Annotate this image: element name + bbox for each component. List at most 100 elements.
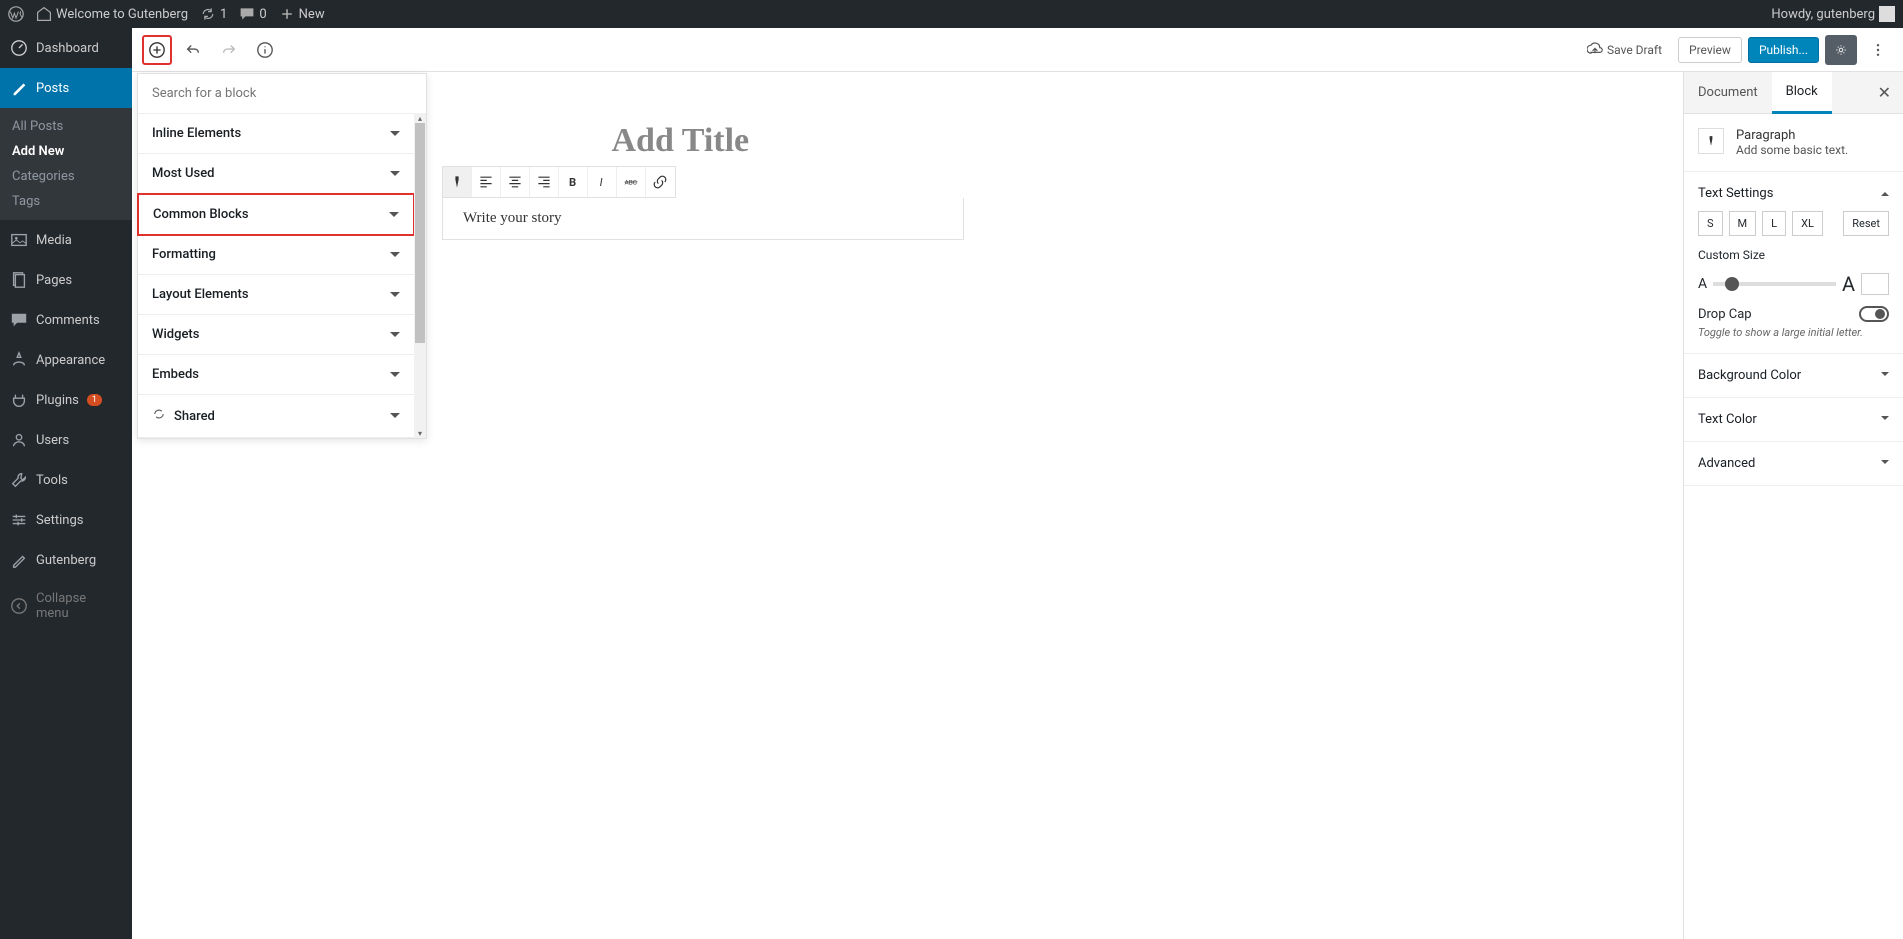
category-widgets[interactable]: Widgets bbox=[138, 315, 414, 355]
size-s-button[interactable]: S bbox=[1698, 211, 1723, 236]
slider-thumb[interactable] bbox=[1725, 277, 1739, 291]
sidebar-item-appearance[interactable]: Appearance bbox=[0, 340, 132, 380]
size-m-button[interactable]: M bbox=[1729, 211, 1757, 236]
cat-label: Inline Elements bbox=[152, 126, 241, 141]
paragraph-block[interactable]: Write your story bbox=[442, 198, 964, 240]
search-input[interactable] bbox=[138, 74, 426, 113]
save-draft-label: Save Draft bbox=[1607, 43, 1662, 57]
updates-link[interactable]: 1 bbox=[200, 6, 227, 22]
sidebar-item-posts[interactable]: Posts bbox=[0, 68, 132, 108]
font-size-input[interactable] bbox=[1861, 273, 1889, 295]
cat-label: Embeds bbox=[152, 367, 199, 382]
strikethrough-button[interactable]: ABC bbox=[617, 167, 646, 197]
italic-button[interactable]: I bbox=[588, 167, 617, 197]
chevron-down-icon bbox=[390, 252, 400, 262]
category-common-blocks[interactable]: Common Blocks bbox=[137, 193, 415, 236]
bg-label: Background Color bbox=[1698, 368, 1801, 383]
sidebar-item-settings[interactable]: Settings bbox=[0, 500, 132, 540]
chevron-down-icon bbox=[390, 292, 400, 302]
new-link[interactable]: New bbox=[279, 6, 325, 22]
category-embeds[interactable]: Embeds bbox=[138, 355, 414, 395]
sidebar-item-pages[interactable]: Pages bbox=[0, 260, 132, 300]
dropcap-help: Toggle to show a large initial letter. bbox=[1698, 326, 1889, 339]
editor-main: Save Draft Preview Publish... Inline Ele… bbox=[132, 28, 1903, 939]
sidebar-item-plugins[interactable]: Plugins1 bbox=[0, 380, 132, 420]
undo-button[interactable] bbox=[178, 35, 208, 65]
link-button[interactable] bbox=[646, 167, 675, 197]
bg-color-panel[interactable]: Background Color bbox=[1684, 354, 1903, 398]
sidebar-item-dashboard[interactable]: Dashboard bbox=[0, 28, 132, 68]
add-block-button[interactable] bbox=[142, 35, 172, 65]
block-desc: Add some basic text. bbox=[1736, 143, 1848, 157]
plugins-badge: 1 bbox=[87, 394, 102, 406]
dropcap-toggle[interactable] bbox=[1859, 306, 1889, 322]
advanced-panel[interactable]: Advanced bbox=[1684, 442, 1903, 486]
align-right-button[interactable] bbox=[530, 167, 559, 197]
collapse-menu[interactable]: Collapse menu bbox=[0, 580, 132, 632]
bold-button[interactable]: B bbox=[559, 167, 588, 197]
sub-add-new[interactable]: Add New bbox=[0, 139, 132, 164]
sidebar-item-comments[interactable]: Comments bbox=[0, 300, 132, 340]
avatar-icon bbox=[1879, 6, 1895, 22]
category-most-used[interactable]: Most Used bbox=[138, 154, 414, 194]
scroll-thumb[interactable] bbox=[415, 123, 425, 343]
admin-bar: Welcome to Gutenberg 1 0 New Howdy, gute… bbox=[0, 0, 1903, 28]
preview-button[interactable]: Preview bbox=[1678, 37, 1742, 63]
sidebar-item-tools[interactable]: Tools bbox=[0, 460, 132, 500]
dashboard-label: Dashboard bbox=[36, 41, 99, 56]
sub-all-posts[interactable]: All Posts bbox=[0, 114, 132, 139]
transform-button[interactable] bbox=[443, 167, 472, 197]
site-name: Welcome to Gutenberg bbox=[56, 7, 188, 22]
size-xl-button[interactable]: XL bbox=[1792, 211, 1823, 236]
category-formatting[interactable]: Formatting bbox=[138, 235, 414, 275]
custom-size-label: Custom Size bbox=[1698, 248, 1889, 262]
reset-size-button[interactable]: Reset bbox=[1843, 211, 1889, 236]
tc-label: Text Color bbox=[1698, 412, 1757, 427]
text-settings-toggle[interactable]: Text Settings bbox=[1698, 186, 1889, 201]
cat-label: Widgets bbox=[152, 327, 199, 342]
howdy-link[interactable]: Howdy, gutenberg bbox=[1771, 6, 1895, 22]
category-layout-elements[interactable]: Layout Elements bbox=[138, 275, 414, 315]
scroll-up-icon: ▴ bbox=[414, 113, 426, 123]
block-toolbar: B I ABC bbox=[442, 166, 676, 198]
comments-count: 0 bbox=[259, 7, 266, 22]
chevron-down-icon bbox=[390, 131, 400, 141]
scroll-down-icon: ▾ bbox=[414, 428, 426, 438]
sidebar-item-media[interactable]: Media bbox=[0, 220, 132, 260]
chevron-up-icon bbox=[1881, 188, 1889, 196]
close-sidebar-button[interactable]: ✕ bbox=[1866, 83, 1903, 102]
media-label: Media bbox=[36, 233, 72, 248]
save-draft-button[interactable]: Save Draft bbox=[1577, 37, 1672, 63]
align-left-button[interactable] bbox=[472, 167, 501, 197]
sidebar-item-gutenberg[interactable]: Gutenberg bbox=[0, 540, 132, 580]
block-info: Paragraph Add some basic text. bbox=[1684, 114, 1903, 172]
tools-label: Tools bbox=[36, 473, 68, 488]
font-size-slider[interactable] bbox=[1713, 282, 1836, 286]
sub-tags[interactable]: Tags bbox=[0, 189, 132, 214]
align-center-button[interactable] bbox=[501, 167, 530, 197]
info-button[interactable] bbox=[250, 35, 280, 65]
updates-count: 1 bbox=[220, 7, 227, 22]
sidebar-toggle-button[interactable] bbox=[1825, 35, 1857, 65]
publish-button[interactable]: Publish... bbox=[1748, 37, 1819, 63]
chevron-down-icon bbox=[390, 171, 400, 181]
size-l-button[interactable]: L bbox=[1762, 211, 1786, 236]
site-link[interactable]: Welcome to Gutenberg bbox=[36, 6, 188, 22]
scrollbar[interactable]: ▴ ▾ bbox=[414, 113, 426, 438]
admin-sidebar: Dashboard Posts All Posts Add New Catego… bbox=[0, 28, 132, 939]
chevron-down-icon bbox=[390, 332, 400, 342]
post-title-input[interactable]: Add Title bbox=[588, 122, 1228, 160]
category-shared[interactable]: Shared bbox=[138, 395, 414, 438]
comments-link[interactable]: 0 bbox=[239, 6, 266, 22]
cat-label: Layout Elements bbox=[152, 287, 249, 302]
text-color-panel[interactable]: Text Color bbox=[1684, 398, 1903, 442]
sub-categories[interactable]: Categories bbox=[0, 164, 132, 189]
tab-document[interactable]: Document bbox=[1684, 73, 1772, 112]
large-a-icon: A bbox=[1842, 272, 1855, 296]
category-inline-elements[interactable]: Inline Elements bbox=[138, 114, 414, 154]
redo-button[interactable] bbox=[214, 35, 244, 65]
tab-block[interactable]: Block bbox=[1772, 72, 1832, 114]
more-menu-button[interactable] bbox=[1863, 35, 1893, 65]
wp-logo-icon[interactable] bbox=[8, 6, 24, 22]
sidebar-item-users[interactable]: Users bbox=[0, 420, 132, 460]
